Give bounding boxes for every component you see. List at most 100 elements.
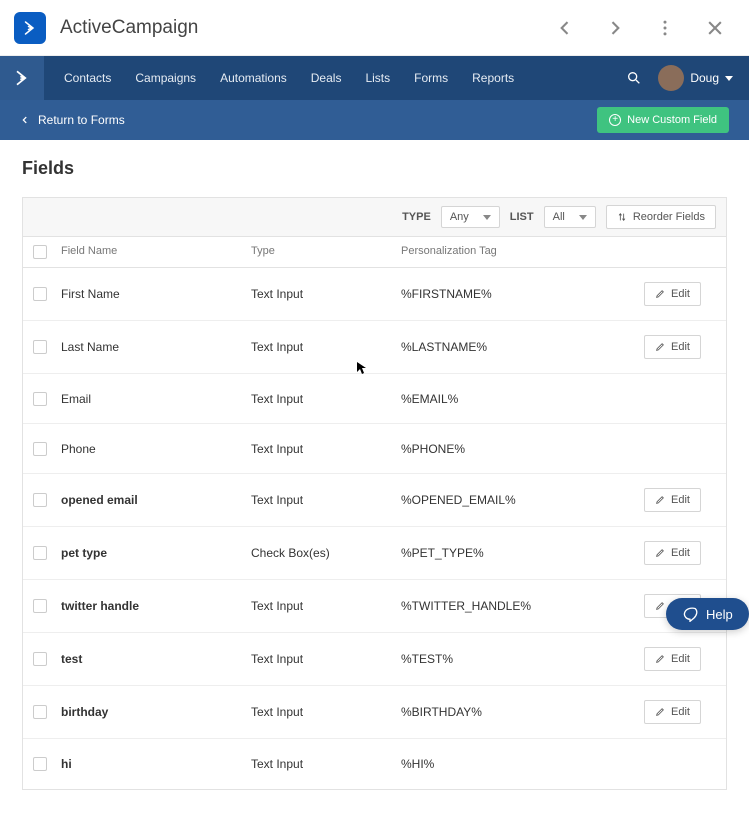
table-row: PhoneText Input%PHONE% (23, 424, 726, 474)
nav-item-deals[interactable]: Deals (311, 71, 342, 85)
type-filter-label: TYPE (402, 211, 431, 223)
edit-button[interactable]: Edit (644, 700, 701, 724)
table-row: birthdayText Input%BIRTHDAY%Edit (23, 686, 726, 739)
nav-item-forms[interactable]: Forms (414, 71, 448, 85)
nav-item-contacts[interactable]: Contacts (64, 71, 111, 85)
field-type: Text Input (251, 652, 401, 666)
field-type: Text Input (251, 287, 401, 301)
field-type: Text Input (251, 599, 401, 613)
field-name: Phone (61, 442, 251, 456)
sub-bar: Return to Forms + New Custom Field (0, 100, 749, 140)
close-icon[interactable] (705, 18, 725, 38)
field-tag: %LASTNAME% (401, 340, 644, 354)
row-checkbox[interactable] (33, 705, 47, 719)
main-nav: Contacts Campaigns Automations Deals Lists Fo… (0, 56, 749, 100)
field-name: pet type (61, 546, 251, 560)
row-checkbox[interactable] (33, 757, 47, 771)
field-name: Email (61, 392, 251, 406)
row-checkbox[interactable] (33, 287, 47, 301)
reorder-fields-button[interactable]: Reorder Fields (606, 205, 716, 229)
field-tag: %FIRSTNAME% (401, 287, 644, 301)
app-title: ActiveCampaign (60, 17, 555, 39)
table-row: Last NameText Input%LASTNAME%Edit (23, 321, 726, 374)
table-row: testText Input%TEST%Edit (23, 633, 726, 686)
row-checkbox[interactable] (33, 340, 47, 354)
field-name: twitter handle (61, 599, 251, 613)
type-filter-value: Any (450, 211, 469, 223)
field-tag: %BIRTHDAY% (401, 705, 644, 719)
app-logo-icon (14, 12, 46, 44)
user-menu[interactable]: Doug (658, 65, 733, 91)
nav-item-automations[interactable]: Automations (220, 71, 287, 85)
col-header-tag: Personalization Tag (401, 245, 644, 259)
search-icon[interactable] (626, 70, 642, 86)
window-titlebar: ActiveCampaign (0, 0, 749, 56)
table-header: Field Name Type Personalization Tag (23, 237, 726, 268)
list-filter-value: All (553, 211, 565, 223)
filter-toolbar: TYPE Any LIST All Reorder Fields (22, 197, 727, 237)
type-filter-select[interactable]: Any (441, 206, 500, 228)
row-checkbox[interactable] (33, 652, 47, 666)
row-checkbox[interactable] (33, 546, 47, 560)
col-header-type: Type (251, 245, 401, 259)
list-filter-select[interactable]: All (544, 206, 596, 228)
field-type: Text Input (251, 757, 401, 771)
field-name: opened email (61, 493, 251, 507)
nav-logo-icon[interactable] (0, 56, 44, 100)
edit-button[interactable]: Edit (644, 282, 701, 306)
page-title: Fields (22, 158, 727, 179)
chevron-down-icon (483, 215, 491, 220)
user-name: Doug (690, 71, 719, 85)
new-field-label: New Custom Field (627, 114, 717, 126)
col-header-name: Field Name (61, 245, 251, 259)
kebab-menu-icon[interactable] (655, 18, 675, 38)
field-name: birthday (61, 705, 251, 719)
field-type: Text Input (251, 705, 401, 719)
table-row: EmailText Input%EMAIL% (23, 374, 726, 424)
field-type: Text Input (251, 392, 401, 406)
chevron-down-icon (579, 215, 587, 220)
row-checkbox[interactable] (33, 442, 47, 456)
field-type: Text Input (251, 340, 401, 354)
field-type: Check Box(es) (251, 546, 401, 560)
return-label: Return to Forms (38, 113, 125, 127)
table-row: hiText Input%HI% (23, 739, 726, 789)
field-tag: %PET_TYPE% (401, 546, 644, 560)
new-custom-field-button[interactable]: + New Custom Field (597, 107, 729, 133)
field-tag: %OPENED_EMAIL% (401, 493, 644, 507)
field-name: test (61, 652, 251, 666)
chevron-down-icon (725, 76, 733, 81)
forward-icon[interactable] (605, 18, 625, 38)
table-row: pet typeCheck Box(es)%PET_TYPE%Edit (23, 527, 726, 580)
nav-items: Contacts Campaigns Automations Deals Lists Fo… (64, 71, 514, 85)
row-checkbox[interactable] (33, 599, 47, 613)
field-name: Last Name (61, 340, 251, 354)
nav-item-reports[interactable]: Reports (472, 71, 514, 85)
table-row: opened emailText Input%OPENED_EMAIL%Edit (23, 474, 726, 527)
row-checkbox[interactable] (33, 493, 47, 507)
field-tag: %TWITTER_HANDLE% (401, 599, 644, 613)
table-row: First NameText Input%FIRSTNAME%Edit (23, 268, 726, 321)
edit-button[interactable]: Edit (644, 541, 701, 565)
edit-button[interactable]: Edit (644, 647, 701, 671)
return-link[interactable]: Return to Forms (20, 113, 125, 127)
field-type: Text Input (251, 442, 401, 456)
table-row: twitter handleText Input%TWITTER_HANDLE%… (23, 580, 726, 633)
back-icon[interactable] (555, 18, 575, 38)
field-type: Text Input (251, 493, 401, 507)
field-tag: %HI% (401, 757, 644, 771)
row-checkbox[interactable] (33, 392, 47, 406)
avatar (658, 65, 684, 91)
help-button[interactable]: Help (666, 598, 749, 630)
plus-circle-icon: + (609, 114, 621, 126)
nav-item-campaigns[interactable]: Campaigns (135, 71, 196, 85)
nav-item-lists[interactable]: Lists (365, 71, 390, 85)
help-label: Help (706, 607, 733, 622)
field-tag: %TEST% (401, 652, 644, 666)
field-tag: %PHONE% (401, 442, 644, 456)
edit-button[interactable]: Edit (644, 335, 701, 359)
fields-table: Field Name Type Personalization Tag Firs… (22, 237, 727, 790)
select-all-checkbox[interactable] (33, 245, 47, 259)
edit-button[interactable]: Edit (644, 488, 701, 512)
field-name: hi (61, 757, 251, 771)
